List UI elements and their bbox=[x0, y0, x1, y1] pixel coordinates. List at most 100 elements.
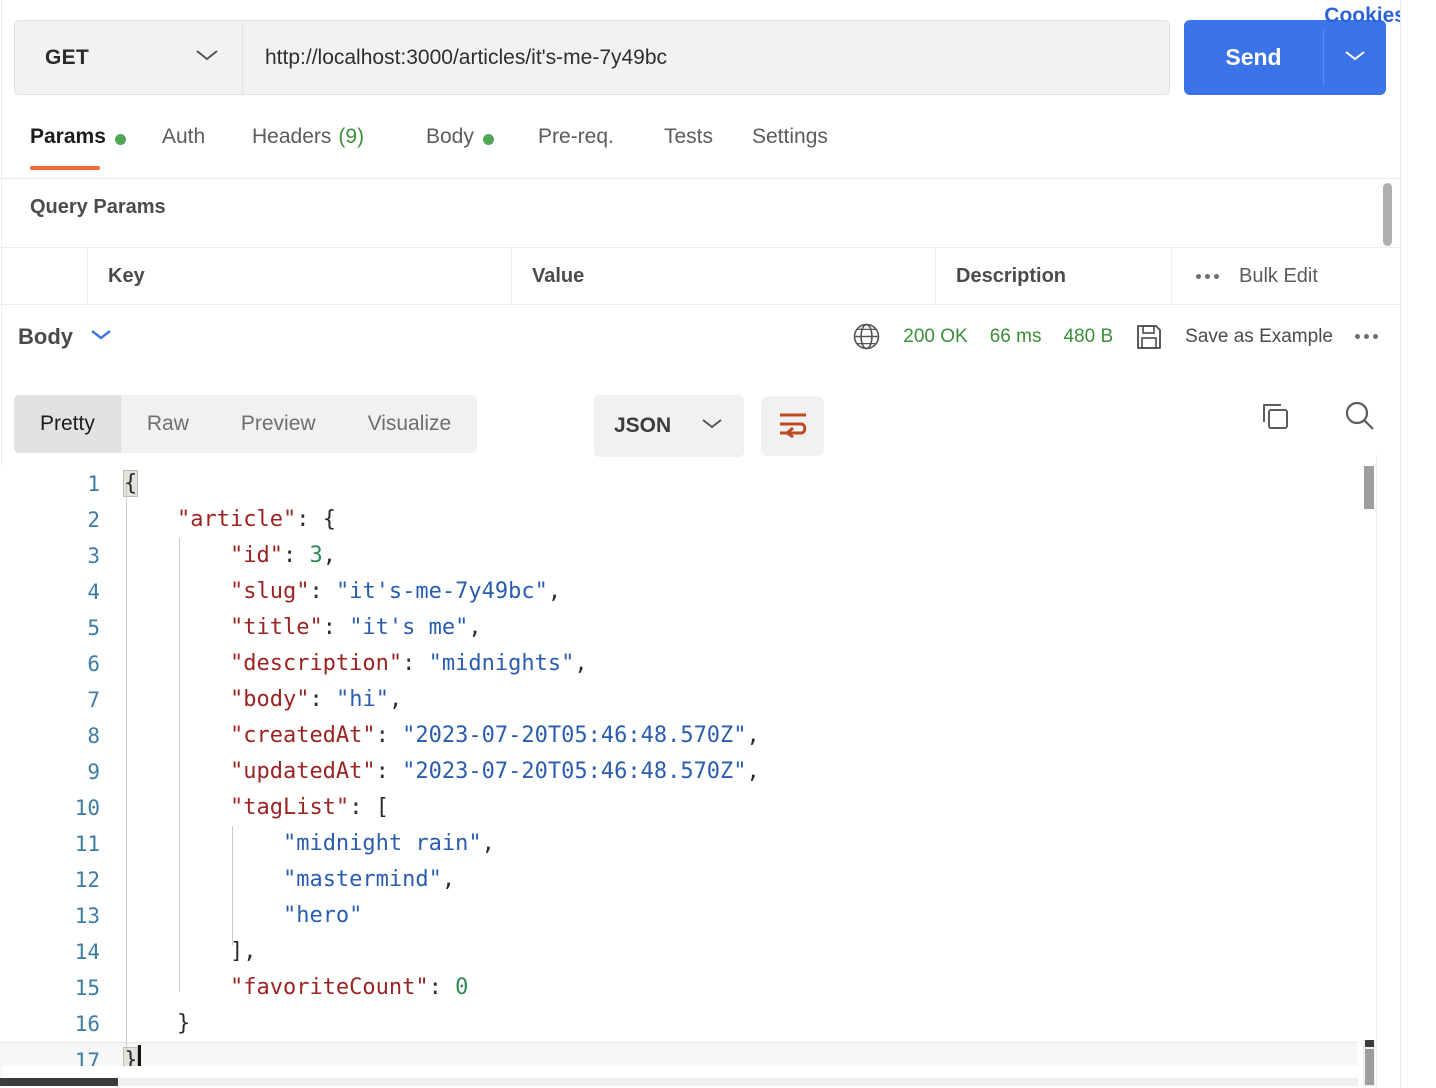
code-line[interactable]: 4 "slug": "it's-me-7y49bc", bbox=[0, 574, 1358, 610]
code-token: "description" bbox=[229, 651, 403, 676]
code-token: , bbox=[746, 723, 760, 748]
code-line[interactable]: 6 "description": "midnights", bbox=[0, 646, 1358, 682]
code-line[interactable]: 12 "mastermind", bbox=[0, 862, 1358, 898]
request-tab-label: Params bbox=[30, 125, 106, 148]
tabbar-divider bbox=[0, 178, 1400, 179]
send-options-button[interactable] bbox=[1324, 20, 1386, 95]
send-button[interactable]: Send bbox=[1184, 20, 1323, 95]
code-line[interactable]: 17} bbox=[0, 1042, 1358, 1066]
response-meta-bar: Body 200 OK 66 ms 480 B Save as Example bbox=[0, 306, 1400, 370]
http-method-selector[interactable]: GET bbox=[15, 21, 243, 94]
request-tab-prereq[interactable]: Pre-req. bbox=[538, 120, 614, 178]
code-line[interactable]: 9 "updatedAt": "2023-07-20T05:46:48.570Z… bbox=[0, 754, 1358, 790]
request-tab-label: Headers bbox=[252, 125, 332, 148]
globe-icon bbox=[852, 322, 881, 351]
code-line[interactable]: 1{ bbox=[0, 466, 1358, 502]
code-line[interactable]: 5 "title": "it's me", bbox=[0, 610, 1358, 646]
response-body-selector[interactable]: Body bbox=[18, 324, 113, 350]
code-token: "slug" bbox=[229, 579, 310, 604]
code-token: 3 bbox=[309, 543, 323, 568]
chevron-down-icon bbox=[700, 416, 724, 436]
request-tab-tests[interactable]: Tests bbox=[664, 120, 713, 178]
response-format-selector[interactable]: JSON bbox=[594, 395, 744, 457]
params-scrollbar[interactable] bbox=[1383, 183, 1392, 246]
copy-icon[interactable] bbox=[1258, 399, 1292, 438]
code-scrollbar-corner[interactable] bbox=[1363, 1040, 1375, 1086]
active-tab-underline bbox=[30, 166, 100, 170]
response-view-tab-visualize[interactable]: Visualize bbox=[342, 395, 478, 453]
http-method-label: GET bbox=[45, 45, 90, 69]
response-stats: 200 OK 66 ms 480 B Save as Example bbox=[852, 322, 1378, 351]
code-line[interactable]: 15 "favoriteCount": 0 bbox=[0, 970, 1358, 1006]
code-line-text: "mastermind", bbox=[124, 862, 455, 898]
code-token: [ bbox=[375, 795, 389, 820]
request-tab-auth[interactable]: Auth bbox=[162, 120, 205, 178]
request-tab-status-dot bbox=[114, 134, 126, 145]
code-line-number: 14 bbox=[74, 940, 100, 964]
code-line-number: 12 bbox=[74, 868, 100, 892]
save-icon[interactable] bbox=[1135, 323, 1163, 351]
bulk-edit-button[interactable]: Bulk Edit bbox=[1239, 265, 1318, 288]
response-view-tab-preview[interactable]: Preview bbox=[215, 395, 342, 453]
request-tab-headers[interactable]: Headers (9) bbox=[252, 120, 364, 178]
params-checkbox-column bbox=[0, 248, 88, 304]
params-column-value: Value bbox=[512, 248, 936, 304]
request-tab-settings[interactable]: Settings bbox=[752, 120, 828, 178]
code-token: "article" bbox=[176, 507, 297, 532]
response-view-tab-pretty[interactable]: Pretty bbox=[14, 395, 121, 453]
code-token: : bbox=[375, 723, 403, 748]
request-tab-params[interactable]: Params bbox=[30, 120, 126, 178]
response-view-tab-raw[interactable]: Raw bbox=[121, 395, 215, 453]
code-token: } bbox=[176, 1011, 191, 1036]
code-line-text: "tagList": [ bbox=[124, 790, 389, 826]
code-token: , bbox=[547, 579, 562, 604]
url-input-value: http://localhost:3000/articles/it's-me-7… bbox=[265, 45, 668, 69]
code-horizontal-scrollbar-thumb[interactable] bbox=[0, 1078, 118, 1086]
code-line[interactable]: 11 "midnight rain", bbox=[0, 826, 1358, 862]
response-toolbar-icons bbox=[1258, 398, 1378, 439]
code-line-text: "slug": "it's-me-7y49bc", bbox=[124, 574, 561, 610]
code-line[interactable]: 10 "tagList": [ bbox=[0, 790, 1358, 826]
request-tab-label: Body bbox=[426, 125, 474, 148]
code-line[interactable]: 3 "id": 3, bbox=[0, 538, 1358, 574]
save-as-example-button[interactable]: Save as Example bbox=[1185, 326, 1333, 348]
search-icon[interactable] bbox=[1342, 398, 1378, 439]
code-token: "hero" bbox=[282, 903, 363, 928]
chevron-down-icon bbox=[1343, 48, 1367, 68]
code-line[interactable]: 2 "article": { bbox=[0, 502, 1358, 538]
more-options-icon[interactable] bbox=[1196, 273, 1219, 279]
code-line-number: 17 bbox=[74, 1049, 100, 1066]
params-column-description: Description bbox=[936, 248, 1172, 304]
code-line[interactable]: 7 "body": "hi", bbox=[0, 682, 1358, 718]
code-token: , bbox=[468, 615, 482, 640]
response-status-text: 200 OK bbox=[903, 325, 968, 347]
code-token: : bbox=[375, 759, 403, 784]
request-tab-bar: Params Auth Headers (9) Body Pre-req. Tests Set… bbox=[0, 120, 1400, 178]
code-token: : bbox=[282, 543, 310, 568]
code-line[interactable]: 8 "createdAt": "2023-07-20T05:46:48.570Z… bbox=[0, 718, 1358, 754]
code-token: , bbox=[388, 687, 403, 712]
response-more-options-icon[interactable] bbox=[1355, 334, 1378, 339]
code-horizontal-scrollbar-track[interactable] bbox=[0, 1078, 1358, 1086]
code-line-number: 10 bbox=[74, 796, 100, 820]
request-tab-label: Pre-req. bbox=[538, 125, 614, 148]
code-token: : bbox=[402, 651, 429, 676]
code-indent-guide-2 bbox=[231, 826, 233, 945]
request-tab-label: Auth bbox=[162, 125, 206, 148]
code-line-text: "title": "it's me", bbox=[124, 610, 482, 646]
request-tab-status-dot bbox=[482, 134, 494, 145]
code-vertical-scrollbar[interactable] bbox=[1364, 466, 1374, 509]
request-tab-body[interactable]: Body bbox=[426, 120, 494, 178]
code-line[interactable]: 13 "hero" bbox=[0, 898, 1358, 934]
code-token: : bbox=[349, 795, 376, 820]
code-area-right-border bbox=[1376, 455, 1377, 1088]
url-input[interactable]: http://localhost:3000/articles/it's-me-7… bbox=[243, 21, 1169, 94]
code-token: : bbox=[296, 507, 323, 532]
code-line[interactable]: 14 ], bbox=[0, 934, 1358, 970]
code-line-number: 9 bbox=[87, 760, 100, 784]
code-line[interactable]: 16 } bbox=[0, 1006, 1358, 1042]
word-wrap-toggle-button[interactable] bbox=[761, 396, 824, 456]
request-tab-count: (9) bbox=[338, 125, 365, 148]
response-body-code-viewer[interactable]: 1{2 "article": {3 "id": 3, 4 "slug": "it'… bbox=[0, 466, 1358, 1066]
cookies-link[interactable]: Cookies bbox=[1324, 4, 1406, 28]
